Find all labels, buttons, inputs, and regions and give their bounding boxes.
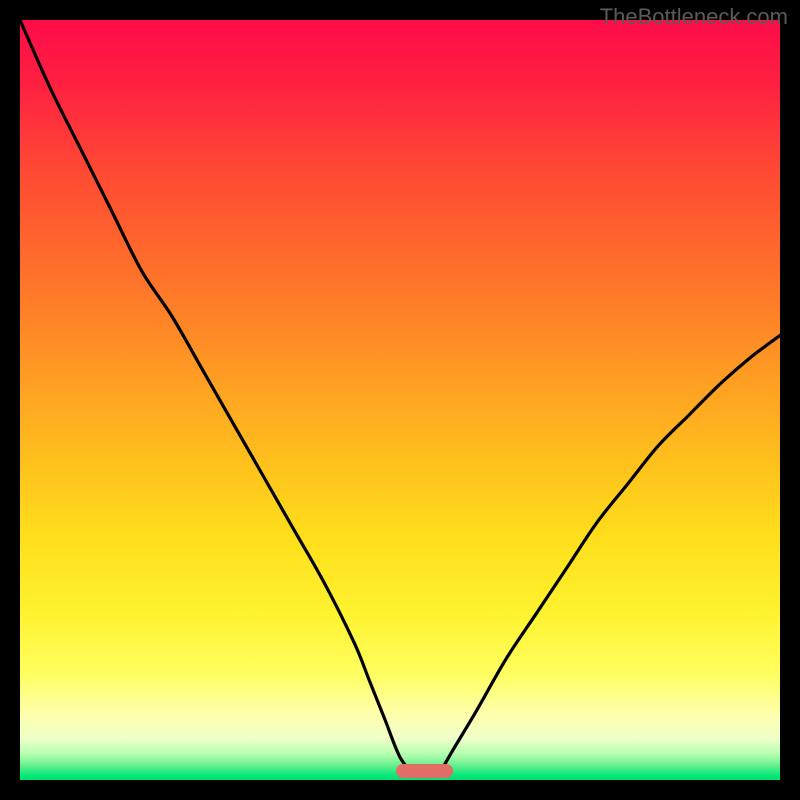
curves-layer [20,20,780,780]
right-curve [438,335,780,776]
plot-area [20,20,780,780]
left-curve [20,20,415,776]
watermark-text: TheBottleneck.com [600,4,788,30]
bottleneck-marker [396,764,453,778]
